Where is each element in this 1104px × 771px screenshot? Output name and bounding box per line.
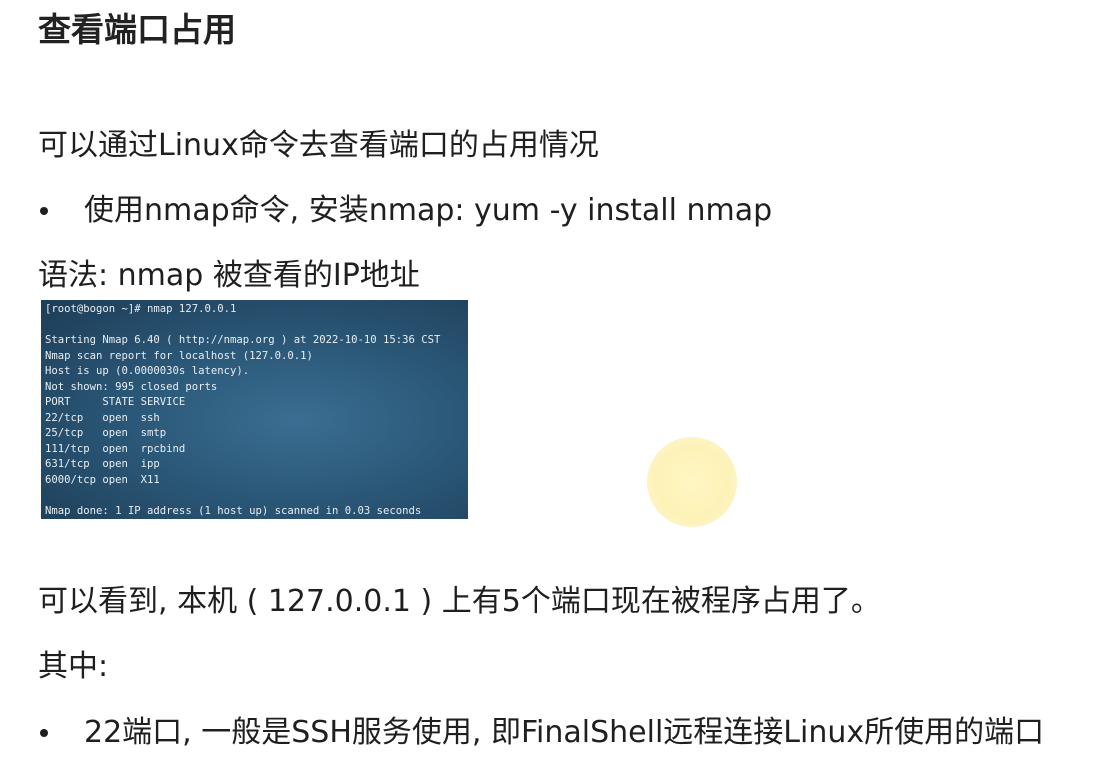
conclusion-text: 可以看到, 本机 ( 127.0.0.1 ) 上有5个端口现在被程序占用了。 xyxy=(38,584,881,619)
terminal-line: Starting Nmap 6.40 ( http://nmap.org ) a… xyxy=(45,334,441,346)
terminal-line: Not shown: 995 closed ports xyxy=(45,380,218,393)
terminal-line: Nmap scan report for localhost (127.0.0.… xyxy=(45,349,313,362)
list-item-install-text: 使用nmap命令, 安装nmap: yum -y install nmap xyxy=(84,193,773,228)
terminal-line: 111/tcp open rpcbind xyxy=(45,442,186,455)
terminal-line: PORT STATE SERVICE xyxy=(45,396,186,408)
terminal-line: 631/tcp open ipp xyxy=(45,458,160,470)
intro-text: 可以通过Linux命令去查看端口的占用情况 xyxy=(38,128,599,163)
list-item-port22-text: 22端口, 一般是SSH服务使用, 即FinalShell远程连接Linux所使… xyxy=(84,715,1045,750)
terminal-line: 25/tcp open smtp xyxy=(45,427,167,439)
bullet-icon xyxy=(40,729,48,737)
among-text: 其中: xyxy=(38,649,109,684)
list-item-install: 使用nmap命令, 安装nmap: yum -y install nmap xyxy=(38,191,772,231)
page-title: 查看端口占用 xyxy=(38,10,236,49)
terminal-line: 6000/tcp open X11 xyxy=(45,473,160,486)
terminal-line: 22/tcp open ssh xyxy=(45,411,160,424)
list-item-port22: 22端口, 一般是SSH服务使用, 即FinalShell远程连接Linux所使… xyxy=(38,713,1044,753)
terminal-line: [root@bogon ~]# nmap 127.0.0.1 xyxy=(45,303,237,315)
syntax-text: 语法: nmap 被查看的IP地址 xyxy=(38,258,420,293)
terminal-line: Host is up (0.0000030s latency). xyxy=(45,365,250,377)
terminal-screenshot: [root@bogon ~]# nmap 127.0.0.1 Starting … xyxy=(41,300,468,519)
cursor-highlight xyxy=(647,437,737,527)
bullet-icon xyxy=(40,207,48,215)
terminal-line: Nmap done: 1 IP address (1 host up) scan… xyxy=(45,504,422,517)
